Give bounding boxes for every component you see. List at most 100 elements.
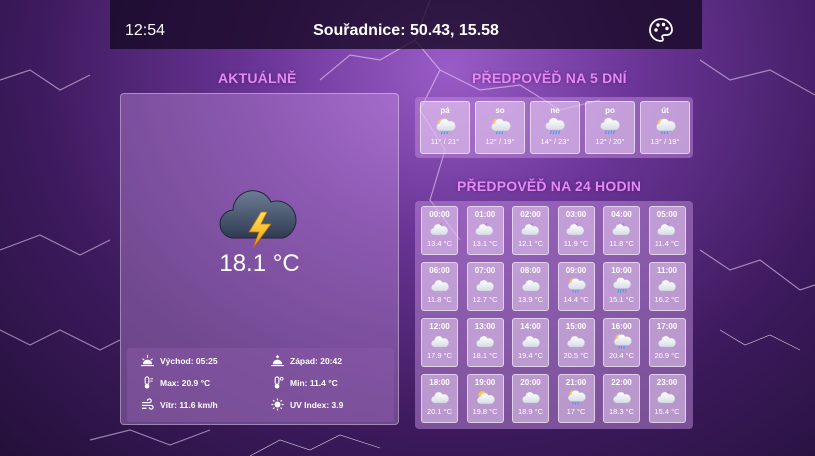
moon-cloud-icon xyxy=(566,221,586,237)
hour-temp: 11.9 °C xyxy=(563,239,589,248)
hour-card: 09:00 14.4 °C xyxy=(557,262,595,311)
hour-card: 16:00 20.4 °C xyxy=(603,318,640,367)
cloud-icon xyxy=(475,333,495,349)
moon-cloud-icon xyxy=(657,389,677,405)
thermometer-hot-icon xyxy=(144,376,154,389)
hour-temp: 20.5 °C xyxy=(563,351,589,360)
coordinates: Souřadnice: 50.43, 15.58 xyxy=(313,22,499,39)
thunderstorm-icon xyxy=(219,190,297,249)
max-temp-detail: Max: 20.9 °C xyxy=(141,376,210,389)
hour-time: 22:00 xyxy=(611,378,632,387)
hour-time: 14:00 xyxy=(520,322,541,331)
day-card: so 12° / 19° xyxy=(475,101,525,154)
hour-card: 18:00 20.1 °C xyxy=(421,374,458,423)
hour-temp: 19.4 °C xyxy=(517,351,544,360)
sun-cloud-rain-icon xyxy=(612,333,632,349)
day-name: út xyxy=(661,106,669,115)
hour-time: 05:00 xyxy=(656,210,678,219)
palette-icon[interactable] xyxy=(648,17,674,43)
sunset-detail: Západ: 20:42 xyxy=(271,354,342,367)
cloud-rain-icon xyxy=(599,117,621,135)
day-temp-range: 11° / 21° xyxy=(430,137,460,146)
hour-card: 00:00 13.4 °C xyxy=(421,206,458,255)
hour-card: 05:00 11.4 °C xyxy=(648,206,686,255)
hour-time: 16:00 xyxy=(611,322,632,331)
hour-temp: 20.4 °C xyxy=(608,351,635,360)
hour-card: 20:00 18.9 °C xyxy=(512,374,549,423)
moon-cloud-icon xyxy=(475,221,495,237)
hour-card: 10:00 15.1 °C xyxy=(603,262,640,311)
hour-card: 19:00 19.8 °C xyxy=(466,374,504,423)
hour-card: 02:00 12.1 °C xyxy=(512,206,549,255)
hour-time: 01:00 xyxy=(474,210,496,219)
moon-cloud-icon xyxy=(430,221,450,237)
hour-time: 02:00 xyxy=(520,210,541,219)
forecast24-title: PŘEDPOVĚĎ NA 24 HODIN xyxy=(457,178,642,194)
moon-cloud-icon xyxy=(521,221,541,237)
thermometer-cold-icon xyxy=(274,376,284,389)
hour-card: 11:00 16.2 °C xyxy=(648,262,686,311)
uv-text: UV Index: 3.9 xyxy=(290,399,344,410)
cloud-rain-icon xyxy=(612,277,632,293)
min-temp-detail: Min: 11.4 °C xyxy=(271,376,338,389)
wind-text: Vítr: 11.6 km/h xyxy=(160,399,218,410)
cloud-icon xyxy=(657,333,677,349)
hour-time: 15:00 xyxy=(565,322,587,331)
cloud-icon xyxy=(430,333,450,349)
hour-time: 09:00 xyxy=(565,266,587,275)
hour-time: 21:00 xyxy=(565,378,587,387)
hour-temp: 11.4 °C xyxy=(654,239,680,248)
day-temp-range: 13° / 19° xyxy=(650,137,680,146)
sun-cloud-rain-icon xyxy=(434,117,456,135)
top-bar: 12:54 Souřadnice: 50.43, 15.58 xyxy=(110,0,702,49)
day-card: ne 14° / 23° xyxy=(530,101,580,154)
wind-icon xyxy=(141,398,154,410)
hour-temp: 20.9 °C xyxy=(654,351,680,360)
hour-time: 03:00 xyxy=(565,210,587,219)
hour-temp: 17.9 °C xyxy=(426,351,453,360)
current-temperature: 18.1 °C xyxy=(219,250,300,277)
hour-time: 07:00 xyxy=(474,266,496,275)
hour-temp: 11.8 °C xyxy=(609,239,634,248)
sun-cloud-icon xyxy=(475,389,495,405)
details-panel: Východ: 05:25 Západ: 20:42 Max: 20.9 °C … xyxy=(127,348,394,422)
hour-temp: 13.1 °C xyxy=(472,239,498,248)
cloud-icon xyxy=(566,333,586,349)
cloud-icon xyxy=(657,277,677,293)
hour-time: 19:00 xyxy=(474,378,496,387)
moon-cloud-icon xyxy=(657,221,677,237)
hour-temp: 14.4 °C xyxy=(563,295,589,304)
day-card: po 12° / 20° xyxy=(585,101,635,154)
hour-temp: 16.2 °C xyxy=(654,295,680,304)
hour-temp: 11.8 °C xyxy=(427,295,452,304)
hour-card: 17:00 20.9 °C xyxy=(648,318,686,367)
hour-time: 11:00 xyxy=(656,266,678,275)
hour-card: 06:00 11.8 °C xyxy=(421,262,458,311)
hour-temp: 19.8 °C xyxy=(472,407,498,416)
day-name: ne xyxy=(550,106,560,115)
hour-temp: 15.1 °C xyxy=(608,295,635,304)
sunrise-text: Východ: 05:25 xyxy=(160,355,218,366)
day-temp-range: 12° / 19° xyxy=(485,137,515,146)
min-temp-text: Min: 11.4 °C xyxy=(290,377,338,388)
cloud-icon xyxy=(521,333,541,349)
hour-time: 04:00 xyxy=(611,210,632,219)
hour-card: 01:00 13.1 °C xyxy=(466,206,504,255)
wind-detail: Vítr: 11.6 km/h xyxy=(141,398,218,411)
hour-temp: 18.3 °C xyxy=(608,407,635,416)
hour-card: 23:00 15.4 °C xyxy=(648,374,686,423)
hour-card: 15:00 20.5 °C xyxy=(557,318,595,367)
hour-time: 20:00 xyxy=(520,378,541,387)
day-name: so xyxy=(495,106,505,115)
hour-temp: 12.1 °C xyxy=(517,239,544,248)
cloud-icon xyxy=(430,277,450,293)
hour-time: 18:00 xyxy=(429,378,450,387)
day-card: pá 11° / 21° xyxy=(420,101,470,154)
hour-card: 13:00 18.1 °C xyxy=(466,318,504,367)
hour-temp: 13.4 °C xyxy=(426,239,453,248)
cloud-icon xyxy=(521,277,541,293)
cloud-icon xyxy=(475,277,495,293)
hour-card: 14:00 19.4 °C xyxy=(512,318,549,367)
day-card: út 13° / 19° xyxy=(640,101,690,154)
hour-temp: 20.1 °C xyxy=(426,407,453,416)
